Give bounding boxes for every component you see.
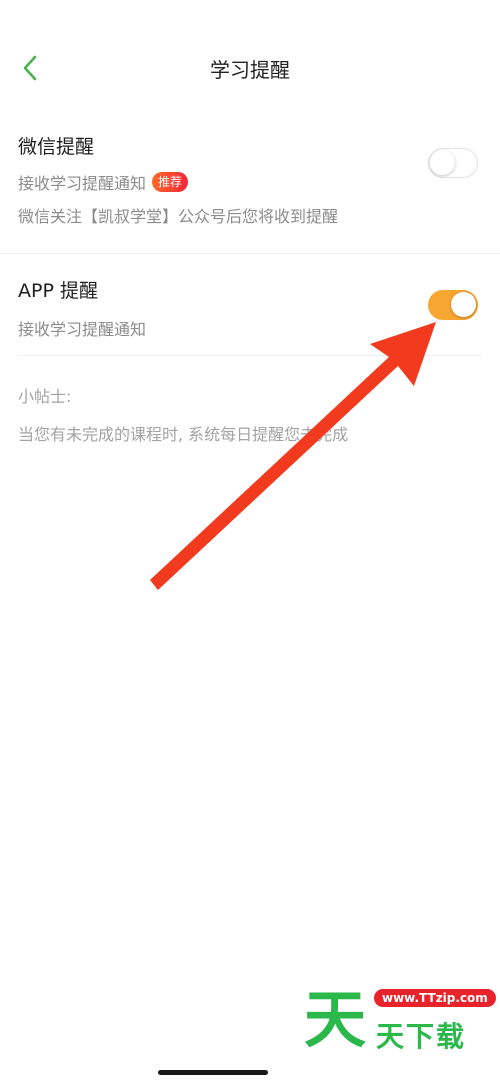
page-title: 学习提醒 xyxy=(210,58,290,82)
watermark-url: www.TTzip.com xyxy=(374,989,496,1007)
watermark-big-char: 天 xyxy=(304,983,367,1056)
wechat-reminder-subtitle-row: 接收学习提醒通知 推荐 xyxy=(18,170,189,194)
wechat-reminder-subtitle: 接收学习提醒通知 xyxy=(18,174,147,193)
wechat-reminder-description: 微信关注【凯叔学堂】公众号后您将收到提醒 xyxy=(18,207,339,226)
wechat-reminder-toggle[interactable] xyxy=(428,148,478,178)
tips-text: 当您有未完成的课程时, 系统每日提醒您去完成 xyxy=(18,425,349,444)
row-divider xyxy=(18,355,482,356)
toggle-knob xyxy=(451,292,476,317)
app-reminder-title: APP 提醒 xyxy=(18,280,98,302)
navigation-header: 学习提醒 xyxy=(0,40,500,96)
tips-label: 小帖士: xyxy=(18,387,72,406)
annotation-arrow xyxy=(150,322,436,590)
section-divider xyxy=(0,253,500,254)
recommended-badge: 推荐 xyxy=(152,172,189,192)
home-indicator xyxy=(158,1070,268,1075)
watermark-logo: 天 www.TTzip.com 天下载 xyxy=(300,983,496,1060)
watermark-text: 天下载 xyxy=(376,1020,467,1053)
toggle-knob xyxy=(430,150,455,175)
app-reminder-toggle[interactable] xyxy=(428,290,478,320)
app-reminder-subtitle: 接收学习提醒通知 xyxy=(18,320,147,339)
wechat-reminder-title: 微信提醒 xyxy=(18,136,95,158)
